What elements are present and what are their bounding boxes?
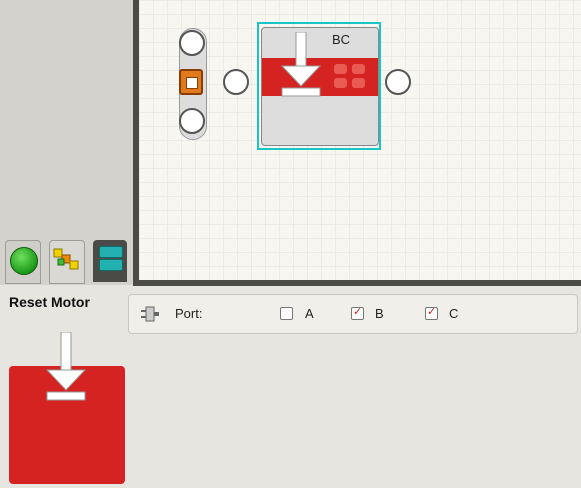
tab-custom-palette[interactable] (93, 240, 127, 282)
port-c-label: C (449, 306, 459, 321)
block-name: Reset Motor (9, 294, 90, 310)
green-dot-icon (10, 247, 38, 275)
beam-connector (179, 30, 205, 56)
port-b-checkbox[interactable]: ✓ (351, 306, 364, 320)
beam-connector (223, 69, 249, 95)
start-point[interactable] (179, 69, 203, 95)
port-c-checkbox[interactable]: ✓ (425, 306, 438, 320)
stud (334, 64, 347, 74)
block-preview (9, 332, 125, 484)
beam-connector (179, 108, 205, 134)
stairs-icon (53, 248, 79, 270)
tab-common-palette[interactable] (5, 240, 41, 284)
block-ports-label: BC (332, 32, 351, 47)
down-arrow-icon (45, 332, 87, 401)
check-icon: ✓ (353, 306, 363, 318)
tab-complete-palette[interactable] (49, 240, 85, 284)
down-arrow-icon (280, 32, 322, 97)
stud (334, 78, 347, 88)
program-canvas[interactable]: BC (139, 0, 581, 280)
port-b-label: B (375, 306, 384, 321)
beam-connector (385, 69, 411, 95)
check-icon: ✓ (427, 306, 437, 318)
ports-row: Port: A ✓ B ✓ C (128, 294, 578, 334)
teal-bar-icon (99, 246, 123, 258)
port-a-label: A (305, 306, 314, 321)
start-icon (186, 77, 198, 89)
stud (352, 78, 365, 88)
stud (352, 64, 365, 74)
port-a-checkbox[interactable] (280, 307, 293, 320)
plug-icon (141, 306, 159, 322)
teal-bar-icon (99, 259, 123, 271)
reset-motor-block[interactable]: BC (261, 27, 379, 146)
port-label: Port: (175, 306, 203, 321)
